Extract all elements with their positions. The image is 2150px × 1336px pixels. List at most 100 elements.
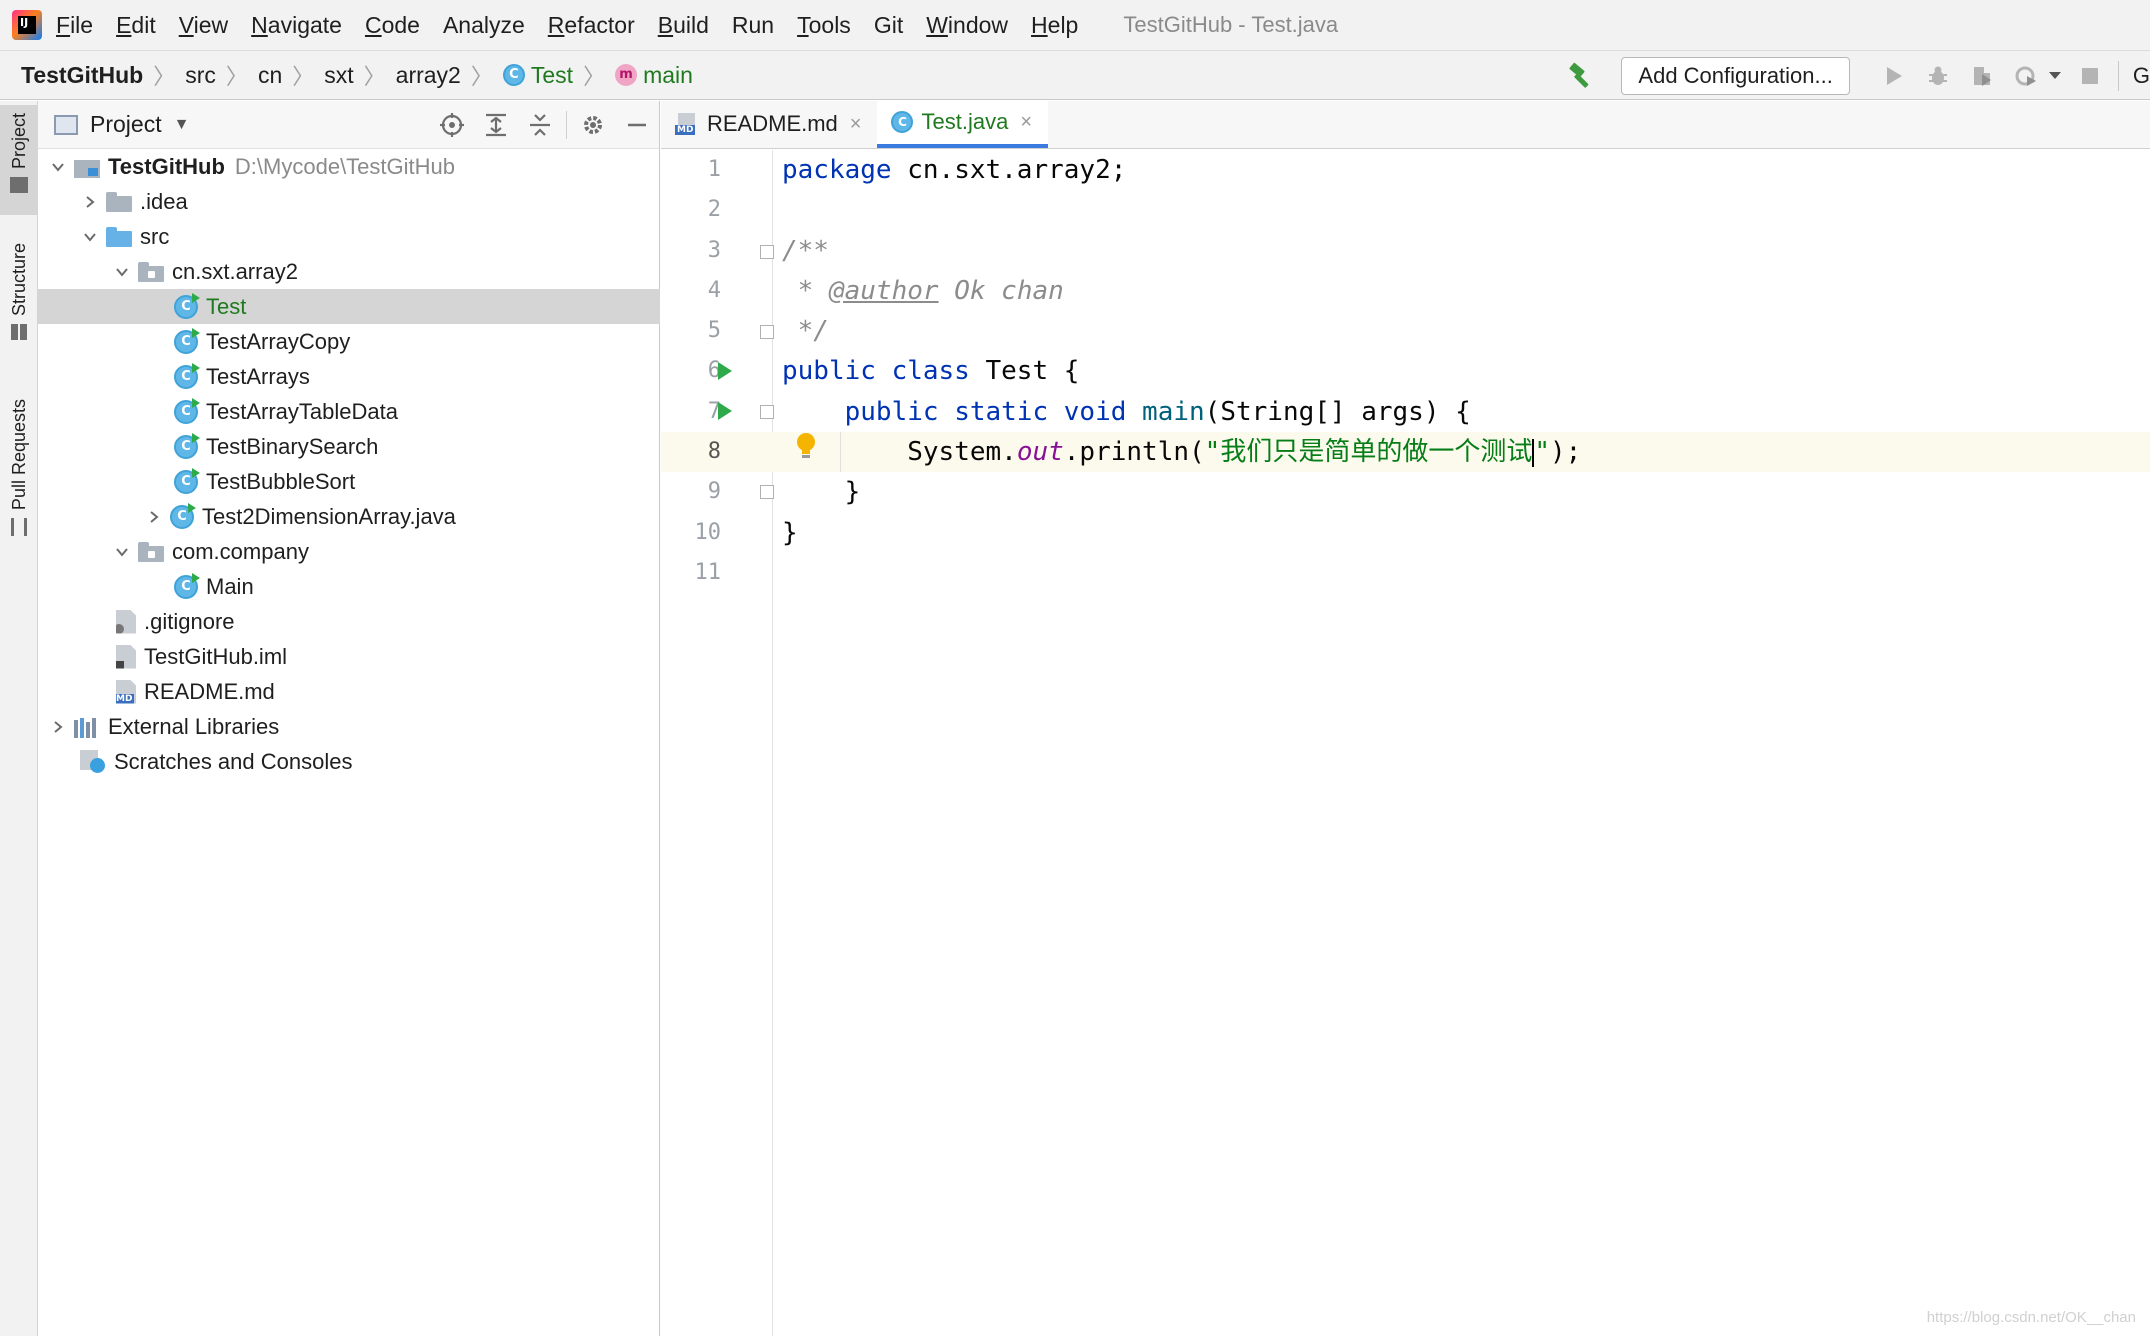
tree-item-iml[interactable]: TestGitHub.iml (38, 639, 660, 674)
menu-file[interactable]: File (56, 12, 93, 39)
tree-item-src[interactable]: src (38, 219, 660, 254)
package-icon (138, 261, 164, 282)
menu-build[interactable]: Build (658, 12, 709, 39)
add-configuration-button[interactable]: Add Configuration... (1621, 57, 1850, 95)
tree-item-test-array-copy[interactable]: C TestArrayCopy (38, 324, 660, 359)
tree-item-readme[interactable]: MD README.md (38, 674, 660, 709)
tree-label-test: Test (206, 293, 247, 319)
run-with-coverage-icon[interactable] (1968, 62, 1996, 90)
tree-label-idea: .idea (140, 188, 188, 214)
menu-window[interactable]: Window (926, 12, 1008, 39)
tree-item-test-2d-array[interactable]: C Test2DimensionArray.java (38, 499, 660, 534)
breadcrumb-project[interactable]: TestGitHub (21, 62, 143, 89)
tree-label-test-array-table-data: TestArrayTableData (206, 398, 398, 424)
menu-git[interactable]: Git (874, 12, 903, 39)
class-icon: C (502, 64, 525, 86)
expand-all-icon[interactable] (481, 110, 511, 140)
tree-item-package-array2[interactable]: cn.sxt.array2 (38, 254, 660, 289)
tree-item-idea[interactable]: .idea (38, 184, 660, 219)
run-class-icon[interactable] (718, 362, 732, 380)
tree-item-test-array-table-data[interactable]: C TestArrayTableData (38, 394, 660, 429)
gear-icon[interactable] (578, 110, 608, 140)
select-opened-file-icon[interactable] (437, 110, 467, 140)
menu-code[interactable]: Code (365, 12, 420, 39)
fold-marker-icon[interactable] (760, 245, 774, 259)
tree-label-main: Main (206, 573, 254, 599)
code-line-9: } (782, 477, 861, 508)
breadcrumb-array2[interactable]: array2 (396, 62, 461, 89)
close-icon[interactable]: × (1020, 111, 1032, 134)
tab-readme[interactable]: MD README.md × (661, 100, 877, 148)
chevron-down-icon[interactable] (2048, 62, 2062, 90)
fold-marker-icon[interactable] (760, 485, 774, 499)
chevron-right-icon[interactable] (80, 192, 100, 212)
close-icon[interactable]: × (850, 113, 862, 136)
tree-item-external-libraries[interactable]: External Libraries (38, 709, 660, 744)
line-number: 11 (694, 559, 722, 585)
breadcrumb-method-main[interactable]: m main (615, 62, 693, 89)
editor-tab-bar: MD README.md × C Test.java × (661, 100, 2150, 149)
tool-window-structure-tab[interactable]: Structure (0, 243, 38, 363)
toolbar-overflow-text[interactable]: G (2133, 63, 2150, 89)
navigation-bar: TestGitHub 〉 src 〉 cn 〉 sxt 〉 array2 〉 C… (0, 50, 2150, 100)
class-icon: C (174, 327, 200, 354)
menu-navigate[interactable]: Navigate (251, 12, 342, 39)
breadcrumb-class-test[interactable]: C Test (502, 62, 573, 89)
chevron-down-icon[interactable] (48, 157, 68, 177)
breadcrumb-separator: 〉 (363, 64, 386, 89)
markdown-file-icon: MD (116, 679, 136, 704)
stop-icon[interactable] (2076, 62, 2104, 90)
menu-analyze[interactable]: Analyze (443, 12, 525, 39)
chevron-down-icon[interactable] (112, 542, 132, 562)
tree-item-scratches[interactable]: Scratches and Consoles (38, 744, 660, 779)
fold-marker-icon[interactable] (760, 325, 774, 339)
tree-item-gitignore[interactable]: .gitignore (38, 604, 660, 639)
menu-run[interactable]: Run (732, 12, 774, 39)
tree-label-test-array-copy: TestArrayCopy (206, 328, 351, 354)
tree-item-test-binary-search[interactable]: C TestBinarySearch (38, 429, 660, 464)
class-icon: C (174, 432, 200, 459)
code-line-1: package cn.sxt.array2; (782, 155, 1127, 185)
breadcrumb-cn[interactable]: cn (258, 62, 282, 89)
tree-item-test[interactable]: C Test (38, 289, 660, 324)
minimize-icon[interactable] (622, 110, 652, 140)
chevron-right-icon[interactable] (144, 507, 164, 527)
menu-edit[interactable]: Edit (116, 12, 156, 39)
line-number: 7 (707, 398, 721, 424)
tree-item-package-company[interactable]: com.company (38, 534, 660, 569)
tool-window-pull-requests-tab[interactable]: Pull Requests (0, 399, 38, 559)
breadcrumb-separator: 〉 (292, 64, 315, 89)
tab-test-java[interactable]: C Test.java × (877, 100, 1048, 148)
menu-help[interactable]: Help (1031, 12, 1078, 39)
tool-window-project-tab[interactable]: Project (0, 105, 38, 215)
menu-refactor[interactable]: Refactor (548, 12, 635, 39)
breadcrumb-src[interactable]: src (185, 62, 216, 89)
project-panel-title[interactable]: Project (90, 111, 162, 138)
project-panel-tools (430, 110, 659, 140)
breadcrumb-sxt[interactable]: sxt (324, 62, 353, 89)
run-icon[interactable] (1880, 62, 1908, 90)
tree-item-test-bubble-sort[interactable]: C TestBubbleSort (38, 464, 660, 499)
run-method-icon[interactable] (718, 402, 732, 420)
menu-view[interactable]: View (179, 12, 228, 39)
collapse-all-icon[interactable] (525, 110, 555, 140)
profile-icon[interactable] (2012, 62, 2040, 90)
chevron-down-icon[interactable]: ▼ (174, 116, 190, 134)
menu-tools[interactable]: Tools (797, 12, 851, 39)
line-number: 1 (707, 157, 721, 182)
folder-icon (10, 177, 28, 194)
run-toolbar: Add Configuration... G (1567, 51, 2150, 101)
build-hammer-icon[interactable] (1567, 61, 1597, 91)
tree-item-test-arrays[interactable]: C TestArrays (38, 359, 660, 394)
tree-label-project-root: TestGitHub (108, 153, 225, 179)
line-number: 8 (707, 439, 721, 465)
ignore-file-icon (116, 609, 136, 634)
tree-item-main[interactable]: C Main (38, 569, 660, 604)
chevron-down-icon[interactable] (80, 227, 100, 247)
fold-marker-icon[interactable] (760, 405, 774, 419)
tree-item-project-root[interactable]: TestGitHub D:\Mycode\TestGitHub (38, 149, 660, 184)
debug-icon[interactable] (1924, 62, 1952, 90)
chevron-right-icon[interactable] (48, 717, 68, 737)
line-number: 9 (707, 479, 721, 505)
chevron-down-icon[interactable] (112, 262, 132, 282)
